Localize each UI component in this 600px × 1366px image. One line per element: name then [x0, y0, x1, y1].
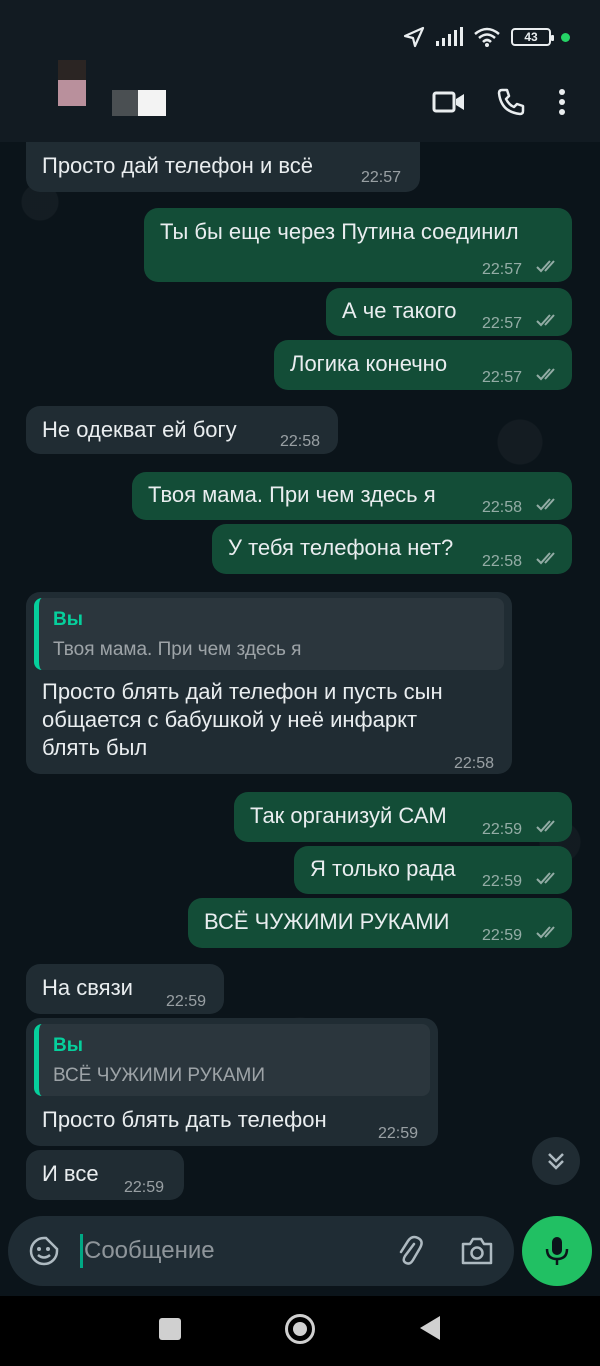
contact-name-redacted-1	[112, 90, 138, 116]
message-time: 22:58	[482, 499, 523, 516]
sticker-icon	[29, 1236, 59, 1266]
quoted-message[interactable]: Вы Твоя мама. При чем здесь я	[34, 598, 504, 670]
message-line: Просто блять дай телефон и пусть сын	[42, 679, 443, 704]
message-time: 22:59	[482, 821, 523, 838]
message-text: Ты бы еще через Путина соединил	[160, 219, 519, 244]
message-text: ВСЁ ЧУЖИМИ РУКАМИ	[204, 909, 450, 934]
scroll-to-bottom-button[interactable]	[532, 1137, 580, 1185]
message-outgoing[interactable]: А че такого 22:57	[326, 288, 572, 336]
camera-button[interactable]	[460, 1236, 494, 1266]
battery-level: 43	[524, 30, 538, 44]
message-text: А че такого	[342, 298, 457, 323]
message-outgoing[interactable]: ВСЁ ЧУЖИМИ РУКАМИ 22:59	[188, 898, 572, 948]
system-navigation-bar	[0, 1296, 600, 1366]
message-text: Не одекват ей богу	[42, 417, 237, 442]
read-ticks-icon	[536, 314, 555, 327]
message-time: 22:59	[166, 993, 207, 1010]
voice-message-button[interactable]	[522, 1216, 592, 1286]
message-text: И все	[42, 1161, 99, 1186]
chat-header	[0, 60, 600, 142]
message-input[interactable]	[84, 1232, 344, 1270]
quoted-author: Вы	[53, 609, 83, 630]
message-time: 22:57	[482, 261, 523, 278]
quoted-text: ВСЁ ЧУЖИМИ РУКАМИ	[53, 1065, 265, 1086]
message-outgoing[interactable]: Ты бы еще через Путина соединил 22:57	[144, 208, 572, 282]
location-icon	[403, 26, 425, 48]
message-time: 22:57	[482, 369, 523, 386]
read-ticks-icon	[536, 872, 555, 885]
message-outgoing[interactable]: Твоя мама. При чем здесь я 22:58	[132, 472, 572, 520]
read-ticks-icon	[536, 552, 555, 565]
message-time: 22:58	[482, 553, 523, 570]
message-text: У тебя телефона нет?	[228, 535, 454, 560]
message-time: 22:57	[482, 315, 523, 332]
avatar-bottom	[58, 80, 86, 106]
message-composer	[8, 1216, 514, 1286]
camera-icon	[461, 1237, 493, 1265]
message-time: 22:58	[454, 755, 495, 772]
battery-icon: 43	[511, 28, 554, 46]
chat-area[interactable]: Просто дай телефон и всё 22:57 Ты бы еще…	[0, 142, 600, 1212]
home-button[interactable]	[285, 1314, 315, 1344]
message-time: 22:59	[482, 873, 523, 890]
message-incoming-reply[interactable]: Вы ВСЁ ЧУЖИМИ РУКАМИ Просто блять дать т…	[26, 1018, 438, 1146]
message-time: 22:58	[280, 433, 321, 450]
message-text: Логика конечно	[290, 351, 448, 376]
message-text: Твоя мама. При чем здесь я	[148, 482, 436, 507]
message-text: Просто блять дай телефон и пусть сын общ…	[42, 678, 443, 762]
video-call-icon	[432, 91, 464, 113]
wifi-icon	[474, 27, 500, 47]
read-ticks-icon	[536, 368, 555, 381]
more-options-button[interactable]	[542, 82, 582, 122]
status-bar: 43	[0, 0, 600, 70]
back-nav-button[interactable]	[420, 1316, 440, 1340]
microphone-icon	[545, 1237, 569, 1265]
paperclip-icon	[399, 1235, 423, 1265]
message-incoming[interactable]: Не одекват ей богу 22:58	[26, 406, 338, 454]
recents-button[interactable]	[159, 1318, 181, 1340]
message-incoming[interactable]: На связи 22:59	[26, 964, 224, 1014]
read-ticks-icon	[536, 260, 555, 273]
video-call-button[interactable]	[418, 82, 480, 122]
message-outgoing[interactable]: У тебя телефона нет? 22:58	[212, 524, 572, 574]
text-cursor	[80, 1234, 83, 1268]
read-ticks-icon	[536, 498, 555, 511]
double-chevron-down-icon	[548, 1153, 564, 1170]
avatar[interactable]	[55, 60, 86, 118]
message-text: Так организуй САМ	[250, 803, 447, 828]
message-outgoing[interactable]: Так организуй САМ 22:59	[234, 792, 572, 842]
status-icons: 43	[403, 22, 570, 52]
attach-button[interactable]	[394, 1234, 424, 1268]
back-button[interactable]	[6, 90, 46, 130]
emoji-button[interactable]	[28, 1235, 60, 1267]
message-text: Просто блять дать телефон	[42, 1107, 327, 1132]
message-outgoing[interactable]: Я только рада 22:59	[294, 846, 572, 894]
message-time: 22:57	[361, 169, 402, 186]
message-outgoing[interactable]: Логика конечно 22:57	[274, 340, 572, 390]
message-time: 22:59	[482, 927, 523, 944]
message-line: общается с бабушкой у неё инфаркт	[42, 707, 418, 732]
message-text: Просто дай телефон и всё	[42, 153, 314, 178]
header-actions	[418, 82, 582, 122]
message-line: блять был	[42, 735, 148, 760]
message-time: 22:59	[378, 1125, 419, 1142]
quoted-message[interactable]: Вы ВСЁ ЧУЖИМИ РУКАМИ	[34, 1024, 430, 1096]
quoted-text: Твоя мама. При чем здесь я	[53, 639, 302, 660]
signal-icon	[436, 27, 463, 46]
contact-name[interactable]	[112, 90, 166, 116]
message-text: На связи	[42, 975, 133, 1000]
phone-icon	[497, 88, 525, 116]
read-ticks-icon	[536, 926, 555, 939]
quoted-author: Вы	[53, 1035, 83, 1056]
message-incoming[interactable]: Просто дай телефон и всё 22:57	[26, 142, 420, 192]
contact-name-redacted-2	[138, 90, 166, 116]
message-incoming[interactable]: И все 22:59	[26, 1150, 184, 1200]
notification-dot	[561, 32, 570, 42]
message-text: Я только рада	[310, 856, 456, 881]
more-options-icon	[559, 89, 565, 115]
read-ticks-icon	[536, 820, 555, 833]
message-time: 22:59	[124, 1179, 165, 1196]
voice-call-button[interactable]	[480, 82, 542, 122]
message-incoming-reply[interactable]: Вы Твоя мама. При чем здесь я Просто бля…	[26, 592, 512, 774]
